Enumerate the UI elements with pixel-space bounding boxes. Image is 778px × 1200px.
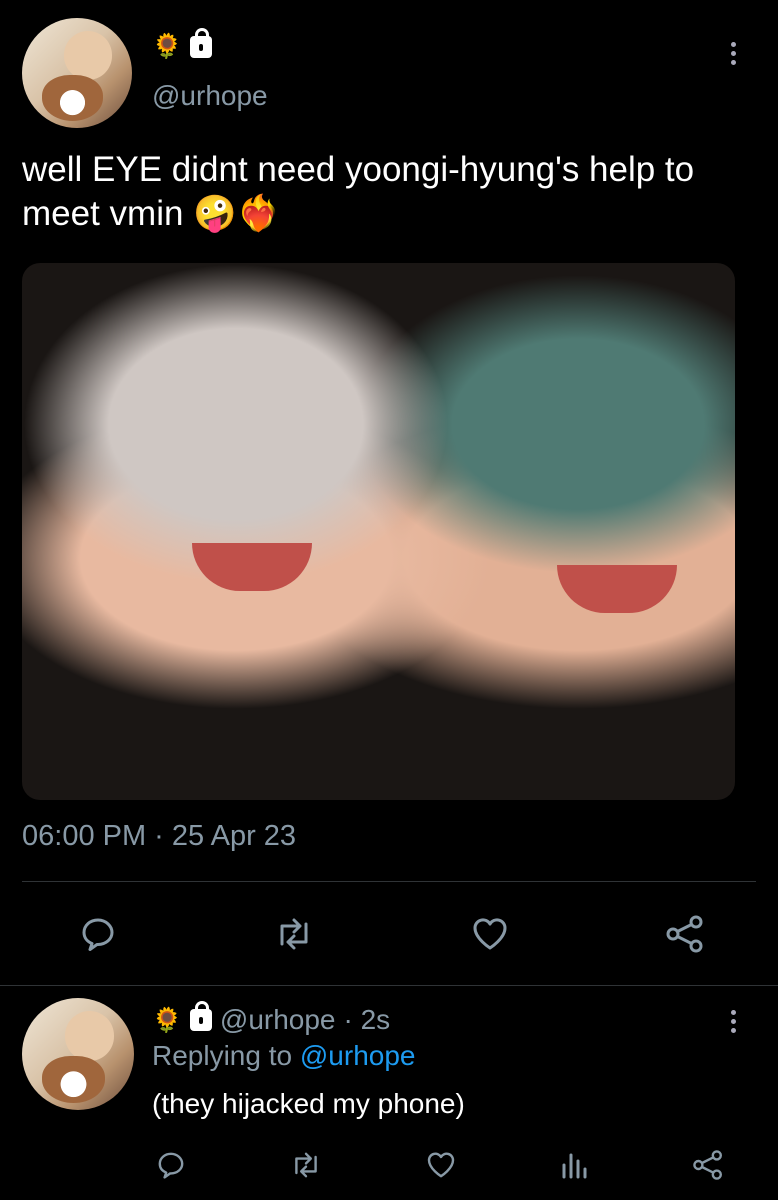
reply-actions	[155, 1148, 725, 1182]
divider	[0, 985, 778, 986]
lock-icon	[189, 1001, 212, 1031]
sunflower-icon: 🌻	[152, 33, 182, 60]
more-options-icon[interactable]	[728, 1010, 738, 1037]
tweet-photo[interactable]	[22, 263, 735, 800]
retweet-icon[interactable]	[288, 1149, 324, 1181]
replying-to-link[interactable]: @urhope	[300, 1040, 416, 1071]
tweet-handle[interactable]: @urhope	[152, 80, 268, 112]
reply-text: (they hijacked my phone)	[152, 1088, 465, 1119]
retweet-icon[interactable]	[272, 914, 316, 954]
avatar[interactable]	[22, 18, 132, 128]
reply-time: · 2s	[343, 1004, 391, 1035]
replying-to: Replying to @urhope	[152, 1040, 415, 1072]
name-badges: 🌻	[152, 27, 212, 61]
reply-handle[interactable]: @urhope	[220, 1004, 336, 1036]
reply-avatar[interactable]	[22, 998, 134, 1110]
analytics-icon[interactable]	[558, 1149, 590, 1181]
more-options-icon[interactable]	[728, 42, 738, 69]
reply-icon[interactable]	[155, 1149, 187, 1181]
reply-icon[interactable]	[78, 914, 118, 954]
divider	[22, 881, 756, 882]
tweet-text: well EYE didnt need yoongi-hyung's help …	[22, 150, 695, 233]
like-icon[interactable]	[470, 914, 510, 954]
sunflower-icon: 🌻	[152, 1006, 182, 1034]
lock-icon	[189, 27, 212, 58]
replying-prefix: Replying to	[152, 1040, 293, 1071]
share-icon[interactable]	[664, 914, 706, 954]
reply-header: 🌻 @urhope · 2s	[152, 1001, 391, 1036]
like-icon[interactable]	[425, 1149, 457, 1181]
share-icon[interactable]	[691, 1149, 725, 1181]
tweet-actions	[78, 912, 706, 956]
tweet-timestamp: 06:00 PM · 25 Apr 23	[22, 820, 297, 852]
